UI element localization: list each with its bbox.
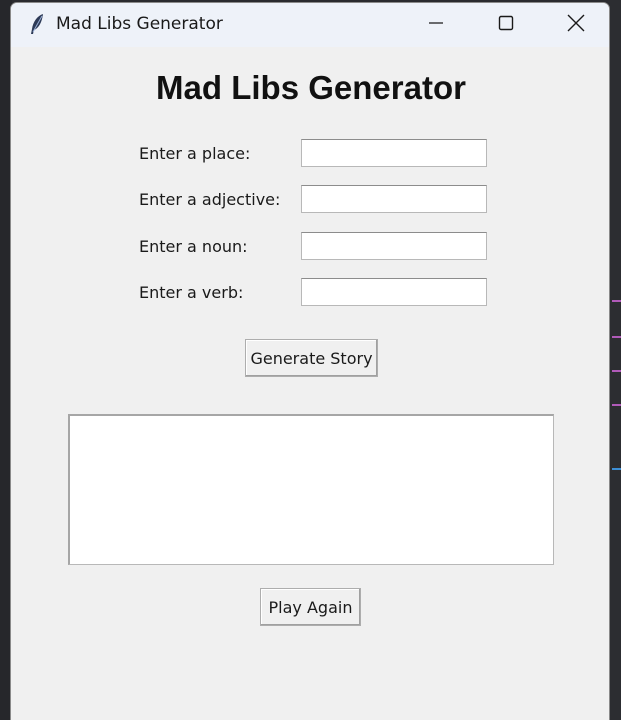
code-line-mark [612, 468, 621, 470]
minimize-icon [428, 15, 444, 35]
verb-input[interactable] [301, 278, 487, 306]
maximize-button[interactable] [476, 3, 536, 47]
maximize-icon [498, 15, 514, 35]
noun-label: Enter a noun: [139, 237, 248, 256]
adjective-input[interactable] [301, 185, 487, 213]
code-line-mark [612, 370, 621, 372]
page-title: Mad Libs Generator [156, 69, 466, 106]
close-button[interactable] [546, 3, 606, 47]
story-output-textbox[interactable] [68, 414, 554, 565]
close-icon [567, 14, 585, 36]
play-again-button[interactable]: Play Again [260, 588, 361, 626]
code-line-mark [612, 336, 621, 338]
app-window: Mad Libs Generator Mad Libs Generator En… [10, 2, 610, 720]
verb-label: Enter a verb: [139, 283, 244, 302]
minimize-button[interactable] [406, 3, 466, 47]
adjective-label: Enter a adjective: [139, 190, 281, 209]
title-bar[interactable]: Mad Libs Generator [11, 3, 609, 47]
code-line-mark [612, 300, 621, 302]
place-label: Enter a place: [139, 144, 251, 163]
code-line-mark [612, 404, 621, 406]
generate-story-button[interactable]: Generate Story [245, 339, 378, 377]
window-title: Mad Libs Generator [56, 14, 223, 34]
noun-input[interactable] [301, 232, 487, 260]
place-input[interactable] [301, 139, 487, 167]
feather-icon [27, 13, 47, 35]
